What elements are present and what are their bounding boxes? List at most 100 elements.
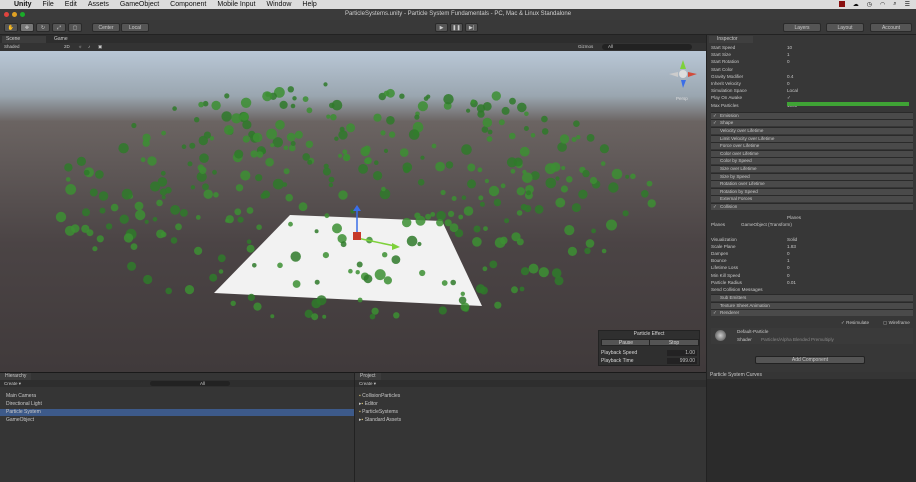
persp-label[interactable]: Persp bbox=[676, 96, 688, 101]
collision-mode-dropdown[interactable]: Planes bbox=[711, 214, 913, 221]
property-value[interactable]: Local bbox=[787, 87, 798, 94]
scale-tool-button[interactable]: ⤢ bbox=[52, 23, 66, 32]
module-header[interactable]: Rotation by Speed bbox=[711, 187, 913, 195]
planes-field[interactable]: Planes GameObject (Transform) bbox=[711, 221, 913, 228]
planes-value[interactable]: GameObject (Transform) bbox=[741, 221, 792, 228]
menu-gameobject[interactable]: GameObject bbox=[120, 1, 159, 8]
step-button[interactable]: ▶| bbox=[465, 23, 478, 32]
hierarchy-item-selected[interactable]: Particle System bbox=[0, 409, 354, 416]
menu-assets[interactable]: Assets bbox=[88, 1, 109, 8]
property-value[interactable]: 0 bbox=[787, 264, 790, 271]
inspector-property[interactable]: Start Speed 10 bbox=[711, 44, 913, 51]
collision-property[interactable]: Send Collision Messages bbox=[711, 286, 913, 293]
tab-inspector[interactable]: Inspector bbox=[709, 36, 753, 43]
menu-component[interactable]: Component bbox=[170, 1, 206, 8]
property-value[interactable]: 0 bbox=[787, 80, 790, 87]
resimulate-checkbox[interactable]: ✓ Resimulate bbox=[841, 319, 869, 326]
play-button[interactable]: ▶ bbox=[435, 23, 448, 32]
project-item[interactable]: ▪ CollisionParticles bbox=[359, 393, 400, 400]
module-header[interactable]: Sub Emitters bbox=[711, 294, 913, 302]
inspector-property[interactable]: Simulation Space Local bbox=[711, 87, 913, 94]
2d-toggle[interactable]: 2D bbox=[64, 43, 70, 51]
module-header[interactable]: Rotation over Lifetime bbox=[711, 180, 913, 188]
scene-viewport[interactable]: Persp Particle Effect Pause Stop Playbac… bbox=[0, 51, 706, 372]
list-icon[interactable]: ☰ bbox=[905, 1, 910, 8]
cloud-icon[interactable]: ☁ bbox=[853, 1, 859, 8]
module-checkbox[interactable]: ✓ bbox=[713, 113, 717, 119]
search-icon[interactable]: ⌕ bbox=[893, 1, 896, 8]
menu-mobile-input[interactable]: Mobile Input bbox=[217, 1, 255, 8]
module-header[interactable]: Velocity over Lifetime bbox=[711, 127, 913, 134]
collision-property[interactable]: Particle Radius 0.01 bbox=[711, 279, 913, 286]
module-checkbox[interactable]: ✓ bbox=[713, 120, 717, 126]
project-item[interactable]: ▪ ParticleSystems bbox=[359, 409, 398, 416]
project-item[interactable]: ▸▪ Standard Assets bbox=[359, 417, 401, 424]
scene-search-input[interactable]: All bbox=[602, 44, 692, 50]
property-value[interactable]: 1.83 bbox=[787, 243, 796, 250]
audio-icon[interactable]: ♪ bbox=[88, 43, 90, 51]
tab-scene[interactable]: Scene bbox=[2, 36, 46, 43]
effects-icon[interactable]: ▣ bbox=[98, 43, 102, 51]
playback-time-field[interactable]: 999.00 bbox=[667, 358, 697, 364]
menu-file[interactable]: File bbox=[43, 1, 54, 8]
hand-tool-button[interactable]: ✋ bbox=[4, 23, 18, 32]
add-component-button[interactable]: Add Component bbox=[755, 356, 865, 364]
close-icon[interactable] bbox=[4, 12, 9, 17]
menu-edit[interactable]: Edit bbox=[65, 1, 77, 8]
property-value[interactable]: 1 bbox=[787, 257, 790, 264]
module-header[interactable]: ✓ Shape bbox=[711, 119, 913, 127]
property-value[interactable]: 0 bbox=[787, 58, 790, 65]
menu-help[interactable]: Help bbox=[302, 1, 316, 8]
collision-property[interactable]: Lifetime Loss 0 bbox=[711, 264, 913, 271]
layers-dropdown[interactable]: Layers bbox=[783, 23, 821, 32]
playback-speed-field[interactable]: 1.00 bbox=[667, 350, 697, 356]
module-header[interactable]: Limit Velocity over Lifetime bbox=[711, 134, 913, 142]
property-value[interactable]: 0 bbox=[787, 250, 790, 257]
module-header[interactable]: ✓ Collision bbox=[711, 203, 913, 210]
module-header[interactable]: External Forces bbox=[711, 195, 913, 203]
pivot-toggle[interactable]: Center bbox=[92, 23, 120, 32]
hierarchy-create-dropdown[interactable]: Create ▾ bbox=[4, 381, 21, 386]
collision-property[interactable]: Bounce 1 bbox=[711, 257, 913, 264]
project-item[interactable]: ▸▪ Editor bbox=[359, 401, 378, 408]
inspector-property[interactable]: Start Rotation 0 bbox=[711, 58, 913, 65]
module-checkbox[interactable]: ✓ bbox=[713, 204, 717, 210]
wifi-icon[interactable]: ◠ bbox=[880, 1, 885, 8]
inspector-property[interactable]: Start Size 1 bbox=[711, 51, 913, 58]
rotate-tool-button[interactable]: ↻ bbox=[36, 23, 50, 32]
property-value[interactable]: 10 bbox=[787, 44, 792, 51]
rect-tool-button[interactable]: ▢ bbox=[68, 23, 82, 32]
module-header[interactable]: Color by Speed bbox=[711, 157, 913, 165]
wireframe-button[interactable]: ▢ Wireframe bbox=[883, 319, 910, 326]
minimize-icon[interactable] bbox=[12, 12, 17, 17]
time-icon[interactable]: ◷ bbox=[867, 1, 872, 8]
collision-property[interactable]: Min Kill Speed 0 bbox=[711, 272, 913, 279]
property-value[interactable]: 0 bbox=[787, 272, 790, 279]
module-header[interactable]: Force over Lifetime bbox=[711, 142, 913, 150]
hierarchy-search-input[interactable]: All bbox=[150, 381, 230, 386]
project-create-dropdown[interactable]: Create ▾ bbox=[359, 381, 376, 386]
inspector-property[interactable]: Start Color bbox=[711, 66, 913, 73]
tab-project[interactable]: Project bbox=[355, 373, 381, 380]
tab-hierarchy[interactable]: Hierarchy bbox=[0, 373, 32, 380]
module-header[interactable]: ✓ Renderer bbox=[711, 309, 913, 317]
property-value[interactable]: 0.01 bbox=[787, 279, 796, 286]
zoom-icon[interactable] bbox=[20, 12, 25, 17]
collision-property[interactable]: Visualization Solid bbox=[711, 236, 913, 243]
module-header[interactable]: Color over Lifetime bbox=[711, 149, 913, 157]
inspector-property[interactable]: Gravity Modifier 0.4 bbox=[711, 73, 913, 80]
lighting-icon[interactable]: ☼ bbox=[78, 43, 82, 51]
layout-dropdown[interactable]: Layout bbox=[826, 23, 864, 32]
menu-unity[interactable]: Unity bbox=[14, 1, 32, 8]
record-icon[interactable] bbox=[838, 1, 845, 7]
move-tool-button[interactable]: ✥ bbox=[20, 23, 34, 32]
module-header[interactable]: Size over Lifetime bbox=[711, 165, 913, 172]
gizmos-dropdown[interactable]: Gizmos bbox=[578, 43, 593, 51]
menu-window[interactable]: Window bbox=[267, 1, 292, 8]
start-color-swatch[interactable] bbox=[787, 102, 909, 106]
shader-dropdown[interactable]: Particles/Alpha Blended Premultiply bbox=[761, 336, 834, 343]
collision-property[interactable]: Scale Plane 1.83 bbox=[711, 243, 913, 250]
property-value[interactable]: Solid bbox=[787, 236, 797, 243]
pause-button[interactable]: ❚❚ bbox=[450, 23, 463, 32]
module-checkbox[interactable]: ✓ bbox=[713, 310, 717, 316]
